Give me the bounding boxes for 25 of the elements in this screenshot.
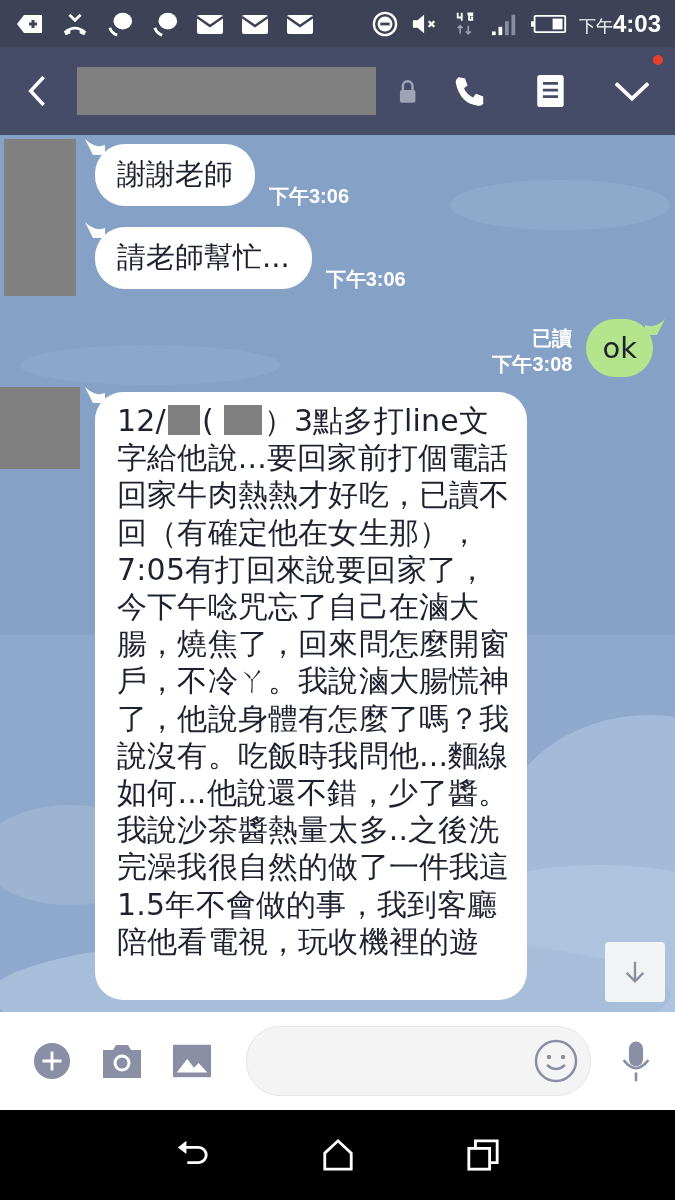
camera-icon[interactable] xyxy=(102,1042,142,1080)
notes-icon[interactable] xyxy=(534,74,567,108)
redaction-block xyxy=(167,405,200,435)
back-icon[interactable] xyxy=(26,74,48,108)
read-receipt: 已讀 xyxy=(532,326,573,351)
clock: 下午4:03 xyxy=(578,9,661,38)
emoji-icon[interactable] xyxy=(534,1039,578,1083)
message-text: 請老師幫忙... xyxy=(117,240,290,274)
redaction-block xyxy=(223,405,262,435)
recent-apps-icon[interactable] xyxy=(465,1138,500,1172)
do-not-disturb-icon xyxy=(370,10,399,37)
plus-icon[interactable] xyxy=(32,1042,72,1080)
message-time: 下午3:06 xyxy=(269,184,350,209)
lock-icon xyxy=(397,78,418,104)
home-icon[interactable] xyxy=(320,1138,355,1172)
message-time: 下午3:08 xyxy=(492,352,573,377)
microphone-icon[interactable] xyxy=(621,1039,651,1083)
image-icon[interactable] xyxy=(172,1042,212,1080)
bubble-tail xyxy=(645,319,665,335)
chevron-down-icon[interactable] xyxy=(613,79,651,103)
message-time: 下午3:06 xyxy=(325,267,406,292)
chat-bubble-icon xyxy=(151,10,179,37)
chat-bubble-icon xyxy=(106,10,134,37)
message-text: 謝謝老師 xyxy=(117,157,233,191)
message-text: 12/ ( ）3點多打line文字給他說...要回家前打個電話回家牛肉熱熱才好吃，已讀不回（有確定他在女生那），7:05有打回來說要回家了，今下午唸咒忘了自己在滷大腸，燒焦了，回來問怎麼開窗戶，不冷ㄚ。我說滷大腸慌神了，他說身體有怎麼了嗎？我說沒有。吃飯時我問他...麵線如何...他說還不錯，少了醬。我說沙茶醬熱量太多..之後洗完澡我很自然的做了一件我這1.5年不會做的事，我到客廳陪他看電視，玩收機裡的遊 xyxy=(117,403,510,959)
